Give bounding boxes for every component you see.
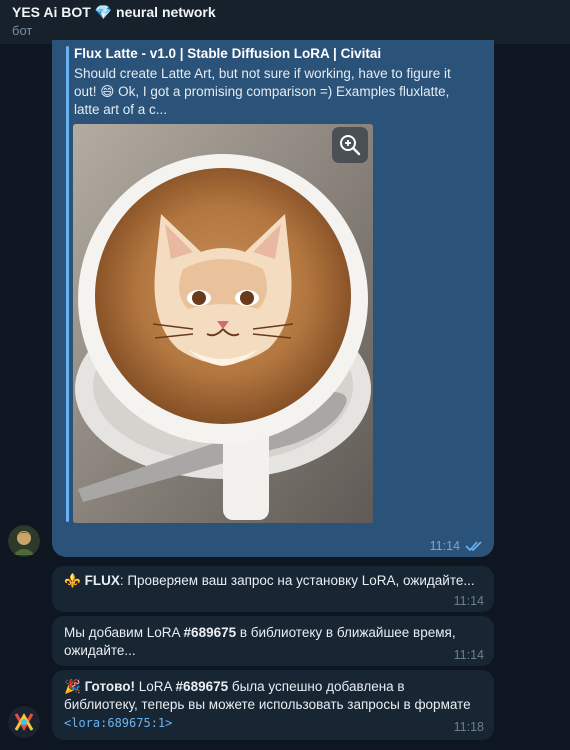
lora-code[interactable]: <lora:689675:1> (64, 714, 471, 732)
bot-avatar-icon (8, 706, 40, 738)
lora-id: #689675 (183, 625, 237, 640)
message-time: 11:14 (453, 594, 484, 608)
latte-art-cat-image[interactable] (73, 124, 373, 523)
link-preview-title[interactable]: Flux Latte - v1.0 | Stable Diffusion LoR… (74, 46, 381, 61)
lora-id: #689675 (175, 679, 229, 694)
message-text: Мы добавим LoRA #689675 в библиотеку в б… (64, 624, 456, 660)
fleur-de-lis-emoji: ⚜️ (64, 573, 81, 588)
party-popper-emoji: 🎉 (64, 679, 81, 694)
incoming-message[interactable]: 🎉 Готово! LoRA #689675 была успешно доба… (52, 670, 494, 740)
latte-cup-illustration (73, 124, 373, 523)
gem-emoji: 💎 (94, 4, 113, 20)
sender-label: FLUX (84, 573, 120, 588)
message-body: ожидайте... (64, 643, 136, 658)
message-text: ⚜️ FLUX: Проверяем ваш запрос на установ… (64, 572, 475, 590)
message-body: в библиотеку в ближайшее время, (236, 625, 456, 640)
outgoing-message[interactable]: Flux Latte - v1.0 | Stable Diffusion LoR… (52, 40, 494, 557)
message-time: 11:14 (453, 648, 484, 662)
message-time: 11:14 (429, 539, 460, 553)
bot-name-suffix: neural network (116, 4, 216, 20)
description-line: latte art of a c... (74, 102, 168, 117)
chat-title: YES Ai BOT 💎 neural network (12, 4, 216, 21)
status-label: Готово! (84, 679, 136, 694)
link-preview-accent (66, 46, 69, 522)
message-body: Мы добавим LoRA (64, 625, 184, 640)
avatar[interactable] (8, 525, 40, 557)
message-body: библиотеку, теперь вы можете использоват… (64, 697, 471, 712)
message-text: 🎉 Готово! LoRA #689675 была успешно доба… (64, 678, 471, 732)
message-time: 11:18 (453, 720, 484, 734)
incoming-message[interactable]: ⚜️ FLUX: Проверяем ваш запрос на установ… (52, 566, 494, 612)
double-check-icon (465, 541, 482, 552)
bot-name: YES Ai BOT (12, 4, 91, 20)
zoom-button[interactable] (332, 127, 368, 163)
zoom-in-icon (340, 135, 361, 156)
link-preview-description: Should create Latte Art, but not sure if… (74, 65, 478, 119)
chat-subtitle: бот (12, 23, 33, 38)
description-line: Should create Latte Art, but not sure if… (74, 66, 451, 81)
message-body: LoRA (135, 679, 176, 694)
chat-header[interactable]: YES Ai BOT 💎 neural network бот (0, 0, 570, 44)
message-body: : Проверяем ваш запрос на установку LoRA… (119, 573, 475, 588)
user-avatar-icon (8, 525, 40, 557)
description-line: out! 😄 Ok, I got a promising comparison … (74, 84, 450, 99)
message-body: была успешно добавлена в (228, 679, 405, 694)
incoming-message[interactable]: Мы добавим LoRA #689675 в библиотеку в б… (52, 616, 494, 666)
avatar[interactable] (8, 706, 40, 738)
